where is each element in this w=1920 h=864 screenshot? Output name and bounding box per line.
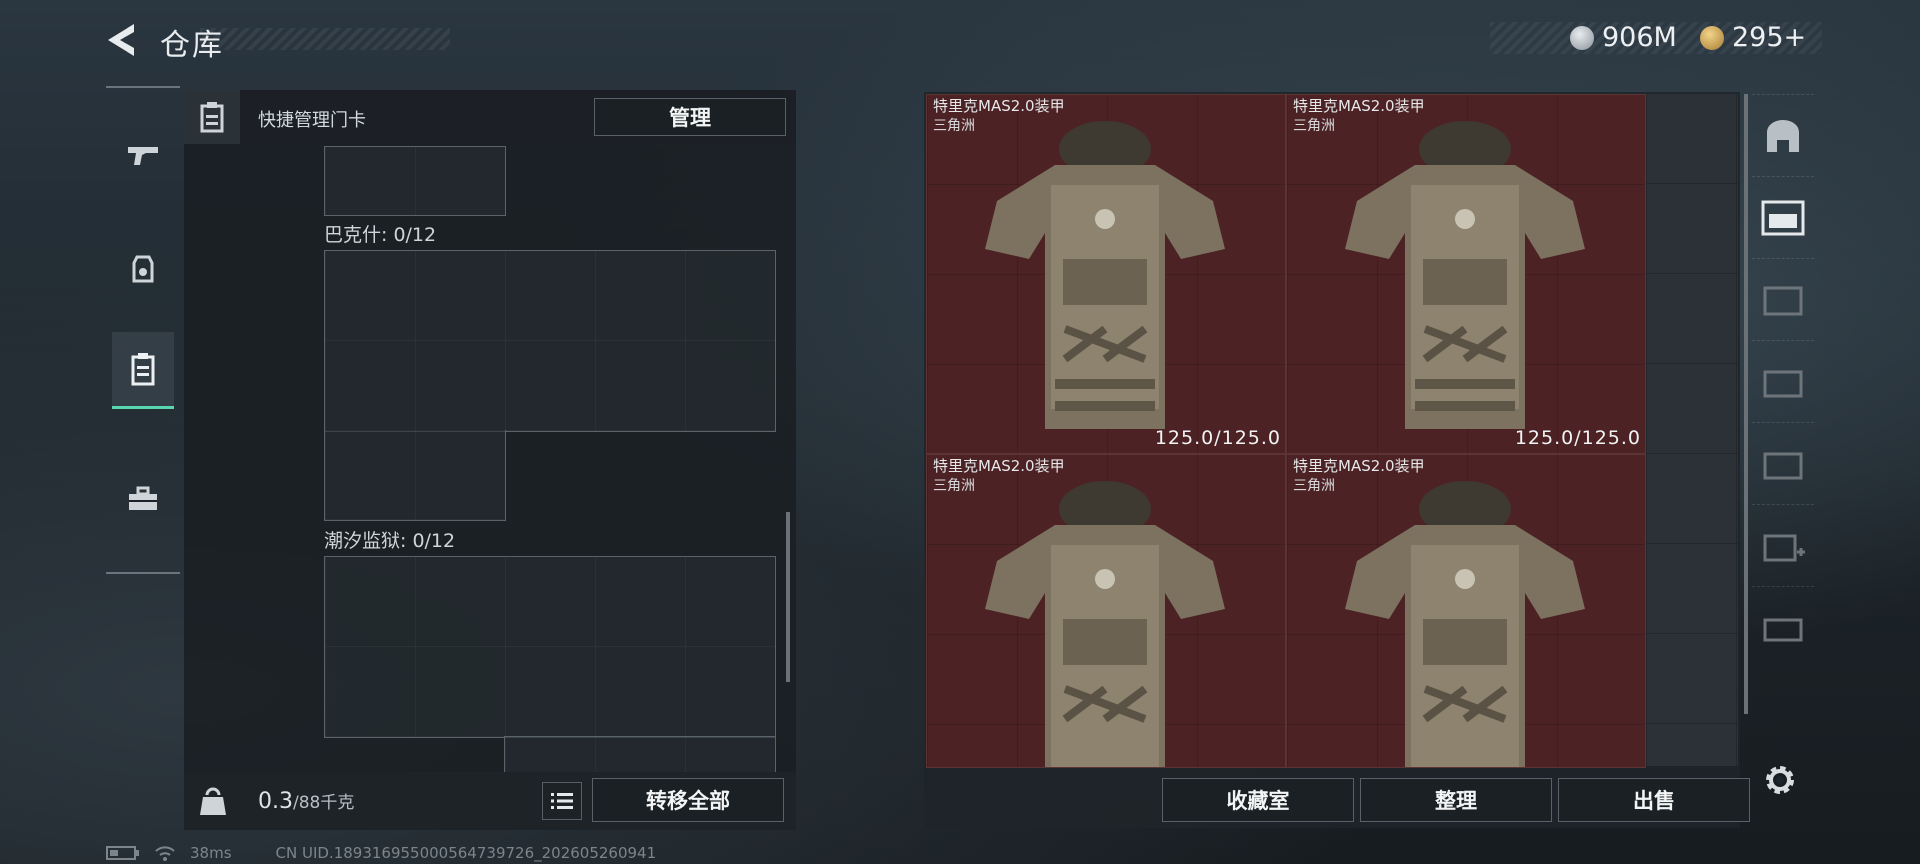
iv-case-2-icon: [1763, 452, 1803, 480]
list-icon: [551, 793, 573, 809]
sell-button[interactable]: 出售: [1558, 778, 1750, 822]
item-origin: 三角洲: [933, 118, 975, 134]
wifi-icon: [155, 846, 175, 861]
side-item-iv-case-2[interactable]: [1752, 422, 1814, 505]
currency-2-value: 295+: [1732, 22, 1807, 53]
body-armor-icon: [1345, 481, 1585, 767]
container-strip: [1752, 94, 1814, 694]
currency-coins: 906M: [1570, 22, 1677, 53]
category-nav: [106, 86, 180, 574]
nav-item-toolbox[interactable]: [112, 462, 174, 536]
weight-current: 0.3: [258, 789, 293, 814]
card-slot-grid-tide-prison[interactable]: [324, 556, 776, 738]
transfer-all-button[interactable]: 转移全部: [592, 778, 784, 822]
currency-1-value: 906M: [1602, 22, 1677, 53]
side-item-gti-case-3[interactable]: [1752, 586, 1814, 669]
header-icon-box: [184, 90, 240, 144]
back-arrow-icon[interactable]: [104, 22, 140, 58]
gti-case-3-icon: [1763, 618, 1803, 642]
side-item-gti-case[interactable]: [1752, 176, 1814, 259]
gold-coin-icon: [1700, 25, 1724, 50]
weight-icon-box: [190, 778, 236, 824]
list-view-button[interactable]: [542, 782, 582, 820]
iv-case-add-icon: [1763, 534, 1805, 562]
item-name: 特里克MAS2.0装甲: [1293, 457, 1425, 475]
side-item-gti-case-2[interactable]: [1752, 340, 1814, 423]
uid-text: CN UID.18931695500056473972­6_2026052609…: [275, 844, 657, 862]
loot-icon: [132, 255, 154, 283]
page-title: 仓库: [160, 28, 224, 63]
card-slot-grid-bakhsh[interactable]: [324, 250, 776, 432]
gti-case-icon: [1761, 200, 1805, 236]
iv-case-icon: [1763, 286, 1803, 316]
status-bar: 38ms CN UID.18931695500056473972­6_20260…: [106, 844, 656, 862]
nav-item-loot[interactable]: [112, 232, 174, 306]
manage-button[interactable]: 管理: [594, 98, 786, 136]
nav-item-card-holder[interactable]: [112, 332, 174, 409]
item-origin: 三角洲: [1293, 118, 1335, 134]
side-item-iv-case-add[interactable]: [1752, 504, 1814, 587]
section-label-bakhsh: 巴克什: 0/12: [324, 224, 437, 246]
item-name: 特里克MAS2.0装甲: [1293, 97, 1425, 115]
item-name: 特里克MAS2.0装甲: [933, 457, 1065, 475]
ping-value: 38ms: [190, 844, 232, 862]
body-armor-icon: [985, 121, 1225, 429]
item-card[interactable]: 特里克MAS2.0装甲 三角洲: [926, 454, 1286, 768]
item-name: 特里克MAS2.0装甲: [933, 97, 1065, 115]
card-slot-grid-top[interactable]: [324, 146, 506, 216]
item-origin: 三角洲: [1293, 478, 1335, 494]
silver-coin-icon: [1570, 25, 1594, 50]
sort-button[interactable]: 整理: [1360, 778, 1552, 822]
collection-room-button[interactable]: 收藏室: [1162, 778, 1354, 822]
item-card[interactable]: 特里克MAS2.0装甲 三角洲 125.0/125.0: [926, 94, 1286, 454]
stash-grid[interactable]: 特里克MAS2.0装甲 三角洲 125.0/125.0 特里克MAS2.0装甲 …: [926, 94, 1738, 768]
currency-bonds[interactable]: 295+: [1700, 22, 1806, 53]
body-armor-icon: [985, 481, 1225, 767]
card-holder-icon: [131, 353, 155, 386]
weight-capacity: /88千克: [293, 793, 355, 813]
side-item-iv-case[interactable]: [1752, 258, 1814, 341]
toolbox-icon: [129, 486, 157, 510]
body-armor-icon: [1345, 121, 1585, 429]
settings-gear-icon[interactable]: [1762, 762, 1798, 798]
gti-case-2-icon: [1763, 370, 1803, 398]
nav-item-weapons[interactable]: [112, 118, 174, 192]
side-item-vault[interactable]: [1752, 94, 1814, 177]
card-holder-icon: [200, 102, 224, 133]
battery-icon: [106, 846, 139, 860]
item-durability: 125.0/125.0: [1154, 427, 1281, 449]
title-stripe: [200, 28, 450, 50]
card-slot-grid-bakhsh-extra[interactable]: [324, 430, 506, 521]
item-card[interactable]: 特里克MAS2.0装甲 三角洲 125.0/125.0: [1286, 94, 1646, 454]
item-origin: 三角洲: [933, 478, 975, 494]
item-card[interactable]: 特里克MAS2.0装甲 三角洲: [1286, 454, 1646, 768]
weight-readout: 0.3/88千克: [258, 788, 354, 814]
left-scrollbar[interactable]: [786, 512, 790, 682]
section-label-tide-prison: 潮汐监狱: 0/12: [324, 530, 456, 552]
right-scrollbar[interactable]: [1744, 94, 1748, 714]
quick-manage-label: 快捷管理门卡: [258, 110, 366, 131]
pistol-icon: [128, 147, 158, 165]
card-slot-grid-tide-prison-extra[interactable]: [504, 736, 776, 773]
item-durability: 125.0/125.0: [1514, 427, 1641, 449]
vault-icon: [1767, 120, 1799, 152]
kettlebell-icon: [200, 787, 226, 815]
